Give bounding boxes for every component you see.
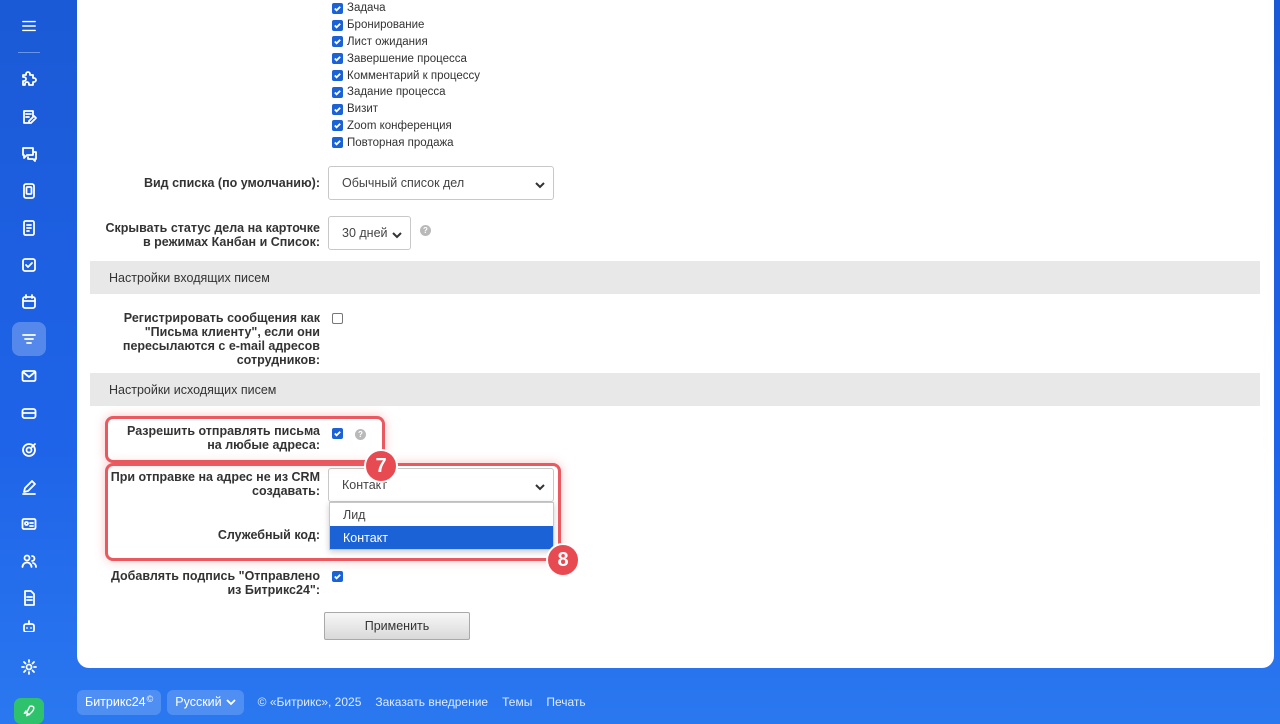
copyright: © «Битрикс», 2025: [257, 695, 362, 709]
activity-type-row[interactable]: Задача: [332, 0, 480, 17]
sidebar-item-mail[interactable]: [12, 359, 46, 393]
activity-types-list: Задача Бронирование Лист ожидания Завершени…: [332, 0, 480, 151]
footer-link-print[interactable]: Печать: [546, 695, 585, 709]
puzzle-icon: [21, 70, 37, 86]
list-view-label: Вид списка (по умолчанию):: [143, 176, 320, 190]
signature-label: Добавлять подпись "Отправлено из Битрикс…: [110, 569, 320, 597]
footer: Битрикс24 © Русский © «Битрикс», 2025 За…: [77, 689, 592, 715]
sidebar-item-crm[interactable]: [11, 321, 46, 356]
file-icon: [23, 589, 35, 606]
register-checkbox[interactable]: [332, 313, 343, 324]
activity-type-row[interactable]: Zoom конференция: [332, 118, 480, 135]
activity-type-label: Бронирование: [347, 19, 425, 32]
step-badge-7: 7: [364, 449, 398, 483]
list-view-select[interactable]: Обычный список дел: [328, 166, 554, 200]
footer-link-themes[interactable]: Темы: [502, 695, 532, 709]
highlight-box-7: [105, 416, 385, 463]
activity-type-label: Задание процесса: [347, 86, 446, 99]
document-icon: [22, 219, 35, 236]
sidebar-item-docs[interactable]: [12, 211, 46, 245]
list-view-value: Обычный список дел: [342, 176, 465, 190]
language-selector[interactable]: Русский: [167, 689, 244, 715]
sidebar-item-chats[interactable]: [12, 137, 46, 171]
language-value: Русский: [175, 695, 222, 709]
chevron-down-icon: [392, 229, 402, 239]
mail-icon: [21, 369, 36, 382]
sidebar-item-employees[interactable]: [12, 544, 46, 578]
step-badge-8: 8: [546, 543, 580, 577]
sidebar-item-checklist[interactable]: [12, 248, 46, 282]
apply-button[interactable]: Применить: [324, 612, 470, 640]
activity-type-row[interactable]: Визит: [332, 101, 480, 118]
activity-type-checkbox[interactable]: [332, 120, 343, 132]
activity-type-label: Завершение процесса: [347, 52, 467, 65]
robot-icon: [22, 619, 35, 632]
outgoing-section-header: Настройки исходящих писем: [90, 373, 1260, 406]
footer-link-implementation[interactable]: Заказать внедрение: [375, 695, 488, 709]
card-icon: [21, 407, 36, 419]
activity-type-checkbox[interactable]: [332, 103, 343, 115]
activity-type-row[interactable]: Лист ожидания: [332, 34, 480, 51]
help-icon[interactable]: ?: [420, 225, 431, 236]
activity-type-checkbox[interactable]: [332, 137, 343, 149]
brand-button[interactable]: Битрикс24 ©: [77, 689, 162, 715]
activity-type-checkbox[interactable]: [332, 70, 343, 82]
activity-type-checkbox[interactable]: [332, 53, 343, 65]
activity-type-checkbox[interactable]: [332, 36, 343, 48]
sidebar-item-calendar[interactable]: [12, 285, 46, 319]
rail-divider: [17, 52, 40, 53]
sidebar-item-reports[interactable]: [12, 581, 46, 615]
activity-type-label: Повторная продажа: [347, 136, 454, 149]
disk-icon: [22, 182, 35, 199]
activity-type-row[interactable]: Комментарий к процессу: [332, 67, 480, 84]
hide-status-label: Скрывать статус дела на карточке в режим…: [105, 221, 320, 249]
sidebar-item-tasks-edit[interactable]: [12, 100, 46, 134]
settings-button[interactable]: [12, 650, 46, 684]
sidebar-item-disk[interactable]: [12, 174, 46, 208]
activity-type-label: Задача: [347, 2, 386, 15]
highlight-box-8: [105, 463, 561, 561]
rocket-icon: [23, 705, 34, 717]
gear-icon: [20, 659, 37, 675]
chevron-down-icon: [535, 179, 545, 189]
calendar-icon: [21, 293, 36, 309]
chevron-down-icon: [226, 699, 236, 706]
edit-doc-icon: [22, 109, 37, 124]
activity-type-row[interactable]: Задание процесса: [332, 84, 480, 101]
activity-type-checkbox[interactable]: [332, 2, 343, 14]
signature-checkbox[interactable]: [332, 571, 343, 582]
activity-type-label: Визит: [347, 103, 379, 116]
hide-status-select[interactable]: 30 дней: [328, 216, 411, 250]
activity-type-row[interactable]: Завершение процесса: [332, 50, 480, 67]
sidebar-item-feed[interactable]: [12, 63, 46, 97]
sidebar-item-contact-center[interactable]: [12, 507, 46, 541]
checkbox-icon: [21, 257, 36, 272]
sidebar-item-robots[interactable]: [12, 618, 46, 632]
pen-icon: [21, 479, 36, 495]
sidebar-item-sites[interactable]: [12, 470, 46, 504]
left-sidebar: [0, 0, 57, 724]
activity-type-checkbox[interactable]: [332, 86, 343, 98]
menu-icon[interactable]: [14, 14, 44, 38]
funnel-icon: [21, 333, 36, 344]
incoming-section-header: Настройки входящих писем: [90, 261, 1260, 294]
activity-type-checkbox[interactable]: [332, 19, 343, 31]
chat-icon: [21, 146, 37, 162]
activity-type-label: Комментарий к процессу: [347, 69, 480, 82]
sidebar-item-store[interactable]: [12, 396, 46, 430]
brand-mark: ©: [146, 693, 154, 704]
users-icon: [21, 554, 37, 568]
brand-text: Битрикс24: [85, 695, 146, 709]
register-label: Регистрировать сообщения как "Письма кли…: [122, 311, 320, 367]
id-card-icon: [21, 517, 36, 530]
rocket-button[interactable]: [13, 698, 44, 724]
activity-type-row[interactable]: Бронирование: [332, 17, 480, 34]
activity-type-label: Zoom конференция: [347, 119, 452, 132]
sidebar-item-marketing[interactable]: [12, 433, 46, 467]
target-icon: [21, 442, 36, 457]
settings-panel: Задача Бронирование Лист ожидания Завершени…: [77, 0, 1274, 668]
activity-type-row[interactable]: Повторная продажа: [332, 134, 480, 151]
activity-type-label: Лист ожидания: [347, 35, 428, 48]
hide-status-value: 30 дней: [342, 226, 388, 240]
